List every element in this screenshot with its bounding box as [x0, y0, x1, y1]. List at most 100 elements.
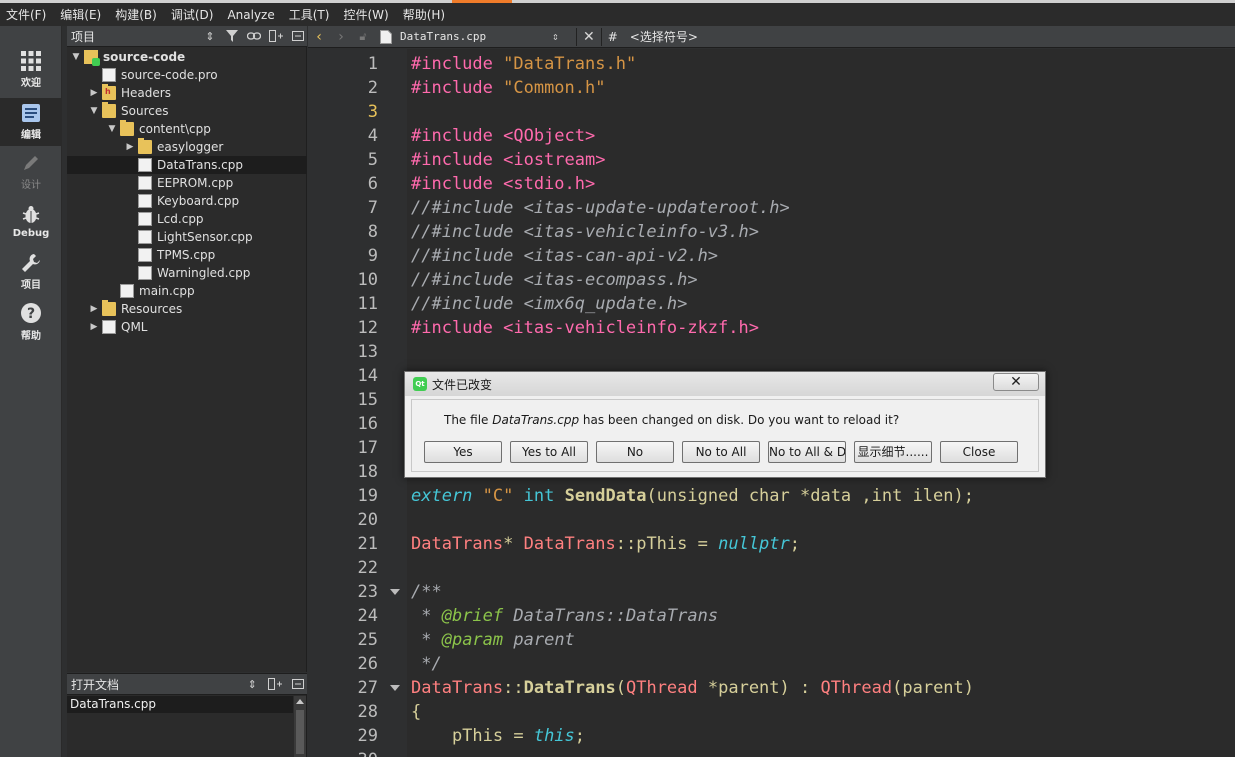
open-documents-title: 打开文档	[71, 677, 120, 692]
code-line-21: DataTrans* DataTrans::pThis = nullptr;	[411, 534, 800, 554]
combo-arrows-icon[interactable]: ⇕	[243, 675, 261, 693]
open-document-item[interactable]: DataTrans.cpp	[67, 696, 293, 713]
tree-item[interactable]: ▶ QML	[67, 318, 307, 336]
menu-build[interactable]: 构建(B)	[115, 6, 157, 23]
line-number: 28	[357, 702, 378, 722]
svg-text:?: ?	[27, 306, 35, 322]
mode-debug[interactable]: Debug	[0, 198, 62, 246]
yes-button[interactable]: Yes	[424, 441, 502, 463]
folder-icon: h	[102, 84, 116, 100]
lock-icon[interactable]: 🔓︎	[352, 30, 374, 44]
collapsed-arrow-icon[interactable]: ▶	[89, 88, 99, 98]
no-to-all-button[interactable]: No to All	[682, 441, 760, 463]
tree-item[interactable]: ▶ Resources	[67, 300, 307, 318]
hash-label: #	[607, 29, 618, 44]
line-number: 2	[367, 78, 378, 98]
close-panel-icon[interactable]	[290, 27, 307, 45]
tree-item-label: Keyboard.cpp	[157, 194, 240, 208]
tree-item[interactable]: source-code.pro	[67, 66, 307, 84]
mode-edit[interactable]: 编辑	[0, 98, 62, 146]
link-icon[interactable]	[246, 27, 263, 45]
forward-arrow-icon[interactable]: ›	[330, 29, 352, 45]
yes-to-all-button[interactable]: Yes to All	[510, 441, 588, 463]
open-documents-panel: 打开文档 ⇕ DataTrans.cpp	[67, 673, 307, 757]
split-icon[interactable]	[266, 675, 284, 693]
folder-icon	[120, 120, 134, 136]
code-line-5: #include <iostream>	[411, 150, 606, 170]
expanded-arrow-icon[interactable]: ▼	[107, 124, 117, 134]
line-number-gutter: 1 2 3 4 5 6 7 8 9 10 11 12 13 14 15 16 17 18 19 20 21 22 23 24 2…	[308, 49, 406, 757]
tree-item[interactable]: ▼ Sources	[67, 102, 307, 120]
tree-item[interactable]: Warningled.cpp	[67, 264, 307, 282]
close-panel-icon[interactable]	[289, 675, 307, 693]
file-icon	[102, 68, 116, 82]
project-panel-title[interactable]: 项目	[67, 28, 196, 45]
tree-item-label: Warningled.cpp	[157, 266, 251, 280]
tree-item[interactable]: Keyboard.cpp	[67, 192, 307, 210]
menu-help[interactable]: 帮助(H)	[403, 6, 445, 23]
expanded-arrow-icon[interactable]: ▼	[89, 106, 99, 116]
scrollbar[interactable]	[294, 696, 306, 757]
show-details-button[interactable]: 显示细节......	[854, 441, 932, 463]
line-number: 13	[357, 342, 378, 362]
tree-item-label: EEPROM.cpp	[157, 176, 234, 190]
file-icon	[138, 176, 152, 190]
tree-item[interactable]: ▶ h Headers	[67, 84, 307, 102]
mode-welcome[interactable]: 欢迎	[0, 46, 62, 94]
tree-item[interactable]: TPMS.cpp	[67, 246, 307, 264]
close-button[interactable]: Close	[940, 441, 1018, 463]
scroll-up-icon[interactable]	[296, 699, 304, 704]
no-button[interactable]: No	[596, 441, 674, 463]
dialog-body: The file DataTrans.cpp has been changed …	[411, 399, 1039, 472]
dialog-title-bar[interactable]: Qt 文件已改变 ✕	[405, 372, 1045, 396]
fold-arrow-icon[interactable]	[390, 685, 400, 691]
tree-item[interactable]: ▶ easylogger	[67, 138, 307, 156]
expanded-arrow-icon[interactable]: ▼	[71, 52, 81, 62]
tree-item-label: source-code	[103, 50, 186, 64]
dialog-button-row: Yes Yes to All No No to All No to All & …	[424, 441, 1026, 463]
code-line-12: #include <itas-vehicleinfo-zkzf.h>	[411, 318, 759, 338]
line-number: 9	[367, 246, 378, 266]
line-number: 19	[357, 486, 378, 506]
menu-edit[interactable]: 编辑(E)	[60, 6, 101, 23]
no-to-all-diff-button[interactable]: No to All & Diff	[768, 441, 846, 463]
code-line-29: pThis = this;	[411, 726, 586, 746]
symbol-selector[interactable]: <选择符号>	[630, 28, 698, 45]
tree-item[interactable]: DataTrans.cpp	[67, 156, 307, 174]
mode-help[interactable]: ? 帮助	[0, 298, 62, 346]
tree-item[interactable]: Lcd.cpp	[67, 210, 307, 228]
tree-item-label: Headers	[121, 86, 171, 100]
split-icon[interactable]	[268, 27, 285, 45]
collapsed-arrow-icon[interactable]: ▶	[89, 322, 99, 332]
mode-projects[interactable]: 项目	[0, 248, 62, 296]
tree-item[interactable]: main.cpp	[67, 282, 307, 300]
menu-debug[interactable]: 调试(D)	[171, 6, 214, 23]
file-selector[interactable]: DataTrans.cpp ⇕	[380, 26, 570, 48]
filter-icon[interactable]	[224, 27, 241, 45]
menu-file[interactable]: 文件(F)	[6, 6, 46, 23]
file-changed-dialog: Qt 文件已改变 ✕ The file DataTrans.cpp has be…	[404, 371, 1046, 478]
combo-arrows-icon[interactable]: ⇕	[201, 27, 218, 45]
folder-icon	[138, 138, 152, 154]
tree-item[interactable]: ▼ source-code	[67, 48, 307, 66]
tree-item-label: Sources	[121, 104, 169, 118]
tree-item[interactable]: LightSensor.cpp	[67, 228, 307, 246]
tree-item[interactable]: EEPROM.cpp	[67, 174, 307, 192]
mode-design[interactable]: 设计	[0, 148, 62, 196]
menu-widgets[interactable]: 控件(W)	[343, 6, 388, 23]
fold-arrow-icon[interactable]	[390, 589, 400, 595]
dialog-close-icon[interactable]: ✕	[993, 373, 1039, 391]
code-line-19: extern "C" int SendData(unsigned char *d…	[411, 486, 974, 506]
mode-label: 项目	[21, 280, 41, 291]
collapsed-arrow-icon[interactable]: ▶	[89, 304, 99, 314]
dialog-message: The file DataTrans.cpp has been changed …	[444, 413, 900, 427]
tree-item-label: TPMS.cpp	[157, 248, 216, 262]
close-file-icon[interactable]: ✕	[583, 29, 595, 45]
tree-item[interactable]: ▼ content\cpp	[67, 120, 307, 138]
menu-analyze[interactable]: Analyze	[227, 8, 274, 22]
collapsed-arrow-icon[interactable]: ▶	[125, 142, 135, 152]
menu-tools[interactable]: 工具(T)	[289, 6, 330, 23]
scrollbar-thumb[interactable]	[296, 710, 304, 754]
back-arrow-icon[interactable]: ‹	[308, 29, 330, 45]
line-number: 29	[357, 726, 378, 746]
